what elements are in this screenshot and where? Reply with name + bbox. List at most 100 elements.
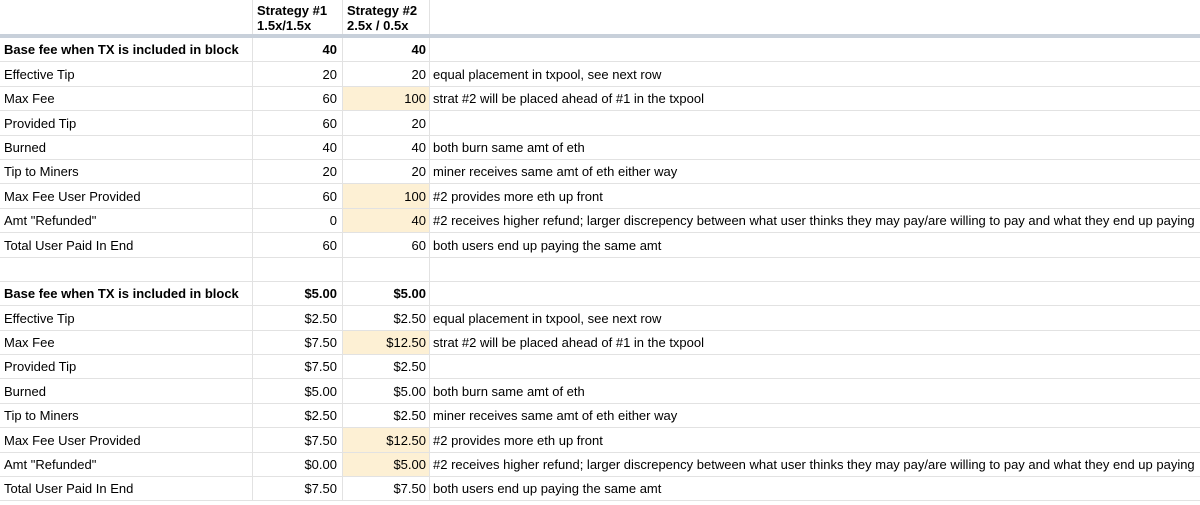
strategy-1-value-cell[interactable]: 20 [253,62,343,86]
table-section-units: Base fee when TX is included in block 40 4… [0,38,1200,258]
row-label-cell[interactable]: Base fee when TX is included in block [0,281,253,306]
row-label-cell[interactable]: Max Fee User Provided [0,184,253,208]
strategy-1-value-cell[interactable]: 20 [253,159,343,184]
strategy-1-value-cell[interactable]: 60 [253,233,343,257]
strategy-2-value-cell[interactable]: $12.50 [343,428,430,452]
row-label-cell[interactable]: Total User Paid In End [0,477,253,501]
strategy-2-value-cell[interactable]: 40 [343,38,430,62]
spacer-cell[interactable] [0,257,253,281]
strategy-2-value-cell[interactable]: 100 [343,86,430,111]
header-row: Strategy #1 1.5x/1.5x Strategy #2 2.5x /… [0,0,1200,38]
table-row: Max Fee $7.50 $12.50 strat #2 will be place… [0,330,1200,356]
spacer-cell[interactable] [430,258,1200,281]
row-label-cell[interactable]: Amt "Refunded" [0,208,253,233]
strategy-1-value-cell[interactable]: $7.50 [253,477,343,501]
row-label-cell[interactable]: Effective Tip [0,306,253,330]
table-row: Effective Tip $2.50 $2.50 equal placement i… [0,306,1200,331]
row-label-cell[interactable]: Tip to Miners [0,403,253,428]
note-cell[interactable]: #2 provides more eth up front [430,428,1200,451]
table-row: Effective Tip 20 20 equal placement in txpo… [0,62,1200,87]
table-row: Base fee when TX is included in block $5.… [0,281,1200,307]
row-label-cell[interactable]: Tip to Miners [0,159,253,184]
note-cell[interactable]: both burn same amt of eth [430,379,1200,402]
strategy-1-value-cell[interactable]: 60 [253,86,343,111]
strategy-1-value-cell[interactable]: $7.50 [253,330,343,355]
header-strategy-1-ratio: 1.5x/1.5x [257,18,312,33]
table-row: Base fee when TX is included in block 40 4… [0,38,1200,63]
strategy-1-value-cell[interactable]: 0 [253,208,343,233]
note-cell[interactable]: #2 receives higher refund; larger discre… [430,209,1200,232]
strategy-2-value-cell[interactable]: 40 [343,135,430,159]
note-cell[interactable] [430,355,1200,378]
note-cell[interactable]: #2 receives higher refund; larger discre… [430,453,1200,476]
note-cell[interactable]: #2 provides more eth up front [430,184,1200,207]
strategy-2-value-cell[interactable]: 20 [343,62,430,86]
strategy-1-value-cell[interactable]: $2.50 [253,306,343,330]
spreadsheet-grid: Strategy #1 1.5x/1.5x Strategy #2 2.5x /… [0,0,1200,502]
table-row: Tip to Miners 20 20 miner receives same amt… [0,159,1200,185]
note-cell[interactable] [430,111,1200,134]
table-row: Max Fee User Provided 60 100 #2 provides mo… [0,184,1200,209]
strategy-1-value-cell[interactable]: $0.00 [253,452,343,477]
row-label-cell[interactable]: Base fee when TX is included in block [0,38,253,62]
note-cell[interactable]: miner receives same amt of eth either wa… [430,160,1200,183]
spacer-cell[interactable] [343,257,430,281]
row-label-cell[interactable]: Burned [0,135,253,159]
header-strategy-1[interactable]: Strategy #1 1.5x/1.5x [253,0,343,34]
table-row: Amt "Refunded" $0.00 $5.00 #2 receives high… [0,452,1200,478]
strategy-2-value-cell[interactable]: 100 [343,184,430,208]
table-row: Max Fee User Provided $7.50 $12.50 #2 provi… [0,428,1200,453]
note-cell[interactable] [430,282,1200,305]
table-row: Burned 40 40 both burn same amt of eth [0,135,1200,160]
strategy-1-value-cell[interactable]: 60 [253,184,343,208]
strategy-2-value-cell[interactable]: $7.50 [343,477,430,501]
row-label-cell[interactable]: Max Fee [0,86,253,111]
strategy-2-value-cell[interactable]: $5.00 [343,379,430,403]
note-cell[interactable]: strat #2 will be placed ahead of #1 in t… [430,331,1200,354]
strategy-2-value-cell[interactable]: $2.50 [343,306,430,330]
note-cell[interactable]: both users end up paying the same amt [430,233,1200,256]
strategy-1-value-cell[interactable]: $2.50 [253,403,343,428]
strategy-2-value-cell[interactable]: 20 [343,159,430,184]
table-row: Max Fee 60 100 strat #2 will be placed ahea… [0,86,1200,112]
strategy-2-value-cell[interactable]: $5.00 [343,452,430,477]
strategy-1-value-cell[interactable]: $7.50 [253,428,343,452]
table-row: Provided Tip 60 20 [0,111,1200,136]
row-label-cell[interactable]: Amt "Refunded" [0,452,253,477]
note-cell[interactable]: miner receives same amt of eth either wa… [430,404,1200,427]
header-cell-notes[interactable] [430,0,1200,34]
row-label-cell[interactable]: Max Fee User Provided [0,428,253,452]
strategy-1-value-cell[interactable]: 40 [253,38,343,62]
header-cell-empty[interactable] [0,0,253,34]
table-row: Burned $5.00 $5.00 both burn same amt of et… [0,379,1200,404]
strategy-2-value-cell[interactable]: $12.50 [343,330,430,355]
row-label-cell[interactable]: Max Fee [0,330,253,355]
row-label-cell[interactable]: Burned [0,379,253,403]
row-label-cell[interactable]: Provided Tip [0,111,253,135]
strategy-2-value-cell[interactable]: 60 [343,233,430,257]
strategy-1-value-cell[interactable]: $5.00 [253,379,343,403]
row-label-cell[interactable]: Provided Tip [0,355,253,379]
note-cell[interactable]: equal placement in txpool, see next row [430,306,1200,329]
strategy-2-value-cell[interactable]: $5.00 [343,281,430,306]
strategy-2-value-cell[interactable]: $2.50 [343,403,430,428]
strategy-1-value-cell[interactable]: $5.00 [253,281,343,306]
row-label-cell[interactable]: Total User Paid In End [0,233,253,257]
strategy-2-value-cell[interactable]: $2.50 [343,355,430,379]
header-strategy-2-ratio: 2.5x / 0.5x [347,18,409,33]
note-cell[interactable]: strat #2 will be placed ahead of #1 in t… [430,87,1200,110]
strategy-1-value-cell[interactable]: 40 [253,135,343,159]
header-strategy-2[interactable]: Strategy #2 2.5x / 0.5x [343,0,430,34]
header-strategy-1-title: Strategy #1 [257,3,328,18]
row-label-cell[interactable]: Effective Tip [0,62,253,86]
spacer-cell[interactable] [253,257,343,281]
note-cell[interactable]: both burn same amt of eth [430,136,1200,159]
note-cell[interactable]: equal placement in txpool, see next row [430,62,1200,85]
strategy-2-value-cell[interactable]: 40 [343,208,430,233]
note-cell[interactable]: both users end up paying the same amt [430,477,1200,500]
strategy-1-value-cell[interactable]: 60 [253,111,343,135]
note-cell[interactable] [430,38,1200,61]
strategy-2-value-cell[interactable]: 20 [343,111,430,135]
table-row: Tip to Miners $2.50 $2.50 miner receives sa… [0,403,1200,429]
strategy-1-value-cell[interactable]: $7.50 [253,355,343,379]
